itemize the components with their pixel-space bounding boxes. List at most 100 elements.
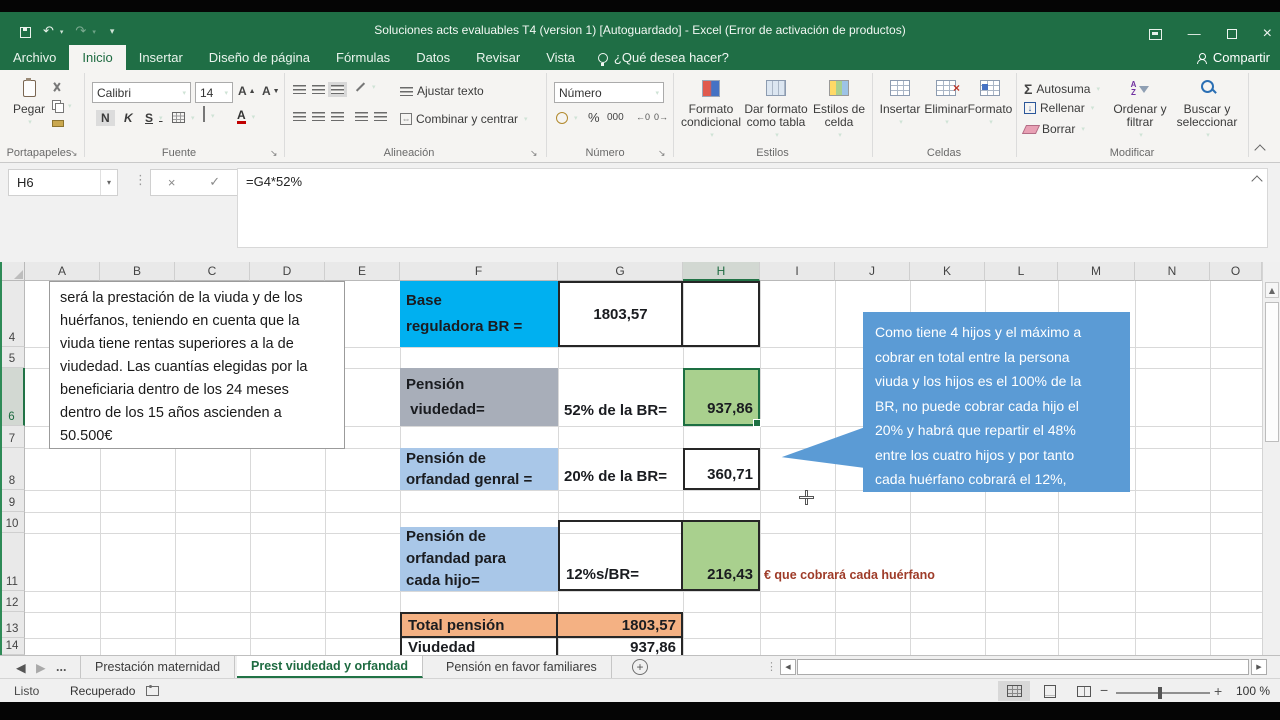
column-header-b[interactable]: B <box>100 262 175 281</box>
cell-f4-base-label[interactable]: Base reguladora BR = <box>400 281 558 347</box>
cell-g4-base-value[interactable]: 1803,57 <box>558 281 683 347</box>
macro-record-icon[interactable] <box>146 686 159 696</box>
recovered-button[interactable]: Recuperado <box>70 684 135 698</box>
insert-cells-button[interactable]: Insertar▾ <box>878 80 922 129</box>
scrollbar-grip[interactable]: ⋮ <box>766 660 777 673</box>
tell-me-box[interactable]: ¿Qué desea hacer? <box>588 45 739 70</box>
cancel-icon[interactable]: × <box>168 175 176 190</box>
sheet-textbox[interactable]: será la prestación de la viuda y de los … <box>49 281 345 449</box>
zoom-slider-track[interactable] <box>1116 692 1210 694</box>
row-header-6[interactable]: 6 <box>0 368 25 426</box>
column-header-f[interactable]: F <box>400 262 558 281</box>
column-header-g[interactable]: G <box>558 262 683 281</box>
increase-decimal-button[interactable]: ←0 <box>636 112 650 122</box>
tab-scroll-right-icon[interactable]: ▶ <box>36 656 46 678</box>
column-header-k[interactable]: K <box>910 262 985 281</box>
sheet-tab-prest-viudedad-y-orfandad[interactable]: Prest viudedad y orfandad <box>237 656 423 678</box>
orientation-button[interactable]: ▾ <box>355 83 376 91</box>
align-left-icon[interactable] <box>293 112 306 121</box>
sheet-tab-pension-en-favor-familiares[interactable]: Pensión en favor familiares <box>432 656 612 678</box>
vertical-scrollbar[interactable]: ▲ <box>1262 262 1280 655</box>
close-icon[interactable]: × <box>1263 26 1272 42</box>
row-header-5[interactable]: 5 <box>0 347 25 368</box>
zoom-slider-thumb[interactable] <box>1158 687 1162 699</box>
cell-g14-viudedad-total-value[interactable]: 937,86 <box>558 638 683 655</box>
tab-ellipsis[interactable]: ... <box>56 656 66 678</box>
cell-g13-total-value[interactable]: 1803,57 <box>558 612 683 638</box>
new-sheet-button[interactable]: + <box>632 659 648 675</box>
cell-h6-viudedad-value-selected[interactable]: 937,86 <box>683 368 760 426</box>
view-page-layout-button[interactable] <box>1034 681 1066 701</box>
find-select-button[interactable]: Buscar y seleccionar▾ <box>1172 80 1242 142</box>
merge-center-button[interactable]: ⇔ Combinar y centrar ▾ <box>400 112 528 126</box>
cell-i11-huerfano-note[interactable]: € que cobrará cada huérfano <box>764 568 935 582</box>
row-header-4[interactable]: 4 <box>0 281 25 347</box>
cell-f8-orfandad-label[interactable]: Pensión de orfandad genral = <box>400 448 558 490</box>
tab-formulas[interactable]: Fórmulas <box>323 45 403 70</box>
font-size-combo[interactable]: 14▾ <box>195 82 233 103</box>
collapse-ribbon-icon[interactable] <box>1254 144 1265 155</box>
scroll-right-icon[interactable]: ▶ <box>1251 659 1267 675</box>
fill-handle[interactable] <box>753 419 761 427</box>
cell-g8-orfandad-formula[interactable]: 20% de la BR= <box>558 448 683 490</box>
dialog-launcher-icon[interactable]: ↘ <box>658 149 666 159</box>
column-header-l[interactable]: L <box>985 262 1058 281</box>
tab-datos[interactable]: Datos <box>403 45 463 70</box>
borders-button[interactable]: ▾ <box>172 112 195 123</box>
select-all-corner[interactable] <box>0 262 25 281</box>
format-cells-button[interactable]: Formato▾ <box>968 80 1012 129</box>
bold-button[interactable]: N <box>96 110 115 126</box>
align-middle-icon[interactable] <box>312 85 325 94</box>
column-header-j[interactable]: J <box>835 262 910 281</box>
format-as-table-button[interactable]: Dar formato como tabla▾ <box>744 80 808 142</box>
dialog-launcher-icon[interactable]: ↘ <box>70 149 78 159</box>
tab-revisar[interactable]: Revisar <box>463 45 533 70</box>
cell-h4-empty[interactable] <box>683 281 760 347</box>
cell-f14-viudedad-total-label[interactable]: Viudedad <box>400 638 558 655</box>
row-header-14[interactable]: 14 <box>0 638 25 655</box>
italic-button[interactable]: K <box>120 110 137 126</box>
number-format-combo[interactable]: Número▾ <box>554 82 664 103</box>
cell-styles-button[interactable]: Estilos de celda▾ <box>810 80 868 142</box>
fill-color-button[interactable]: ▾ <box>203 110 215 121</box>
underline-button[interactable]: S▾ <box>141 110 167 126</box>
view-normal-button[interactable] <box>998 681 1030 701</box>
tab-vista[interactable]: Vista <box>533 45 588 70</box>
font-name-combo[interactable]: Calibri▾ <box>92 82 191 103</box>
align-bottom-icon[interactable] <box>331 85 344 94</box>
formula-input[interactable]: =G4*52% <box>237 168 1268 248</box>
fill-button[interactable]: ↓ Rellenar ▾ <box>1024 101 1094 115</box>
paste-button[interactable]: Pegar ▾ <box>8 80 50 129</box>
row-header-9[interactable]: 9 <box>0 490 25 512</box>
row-header-13[interactable]: 13 <box>0 612 25 638</box>
sheet-tab-prestacion-maternidad[interactable]: Prestación maternidad <box>80 656 235 678</box>
collapse-formula-bar-icon[interactable] <box>1251 175 1262 186</box>
conditional-formatting-button[interactable]: Formato condicional▾ <box>680 80 742 142</box>
increase-font-button[interactable]: A▲ <box>238 84 256 98</box>
row-header-12[interactable]: 12 <box>0 591 25 612</box>
copy-button[interactable]: ▾ <box>52 100 72 111</box>
tab-inicio[interactable]: Inicio <box>69 45 125 70</box>
dialog-launcher-icon[interactable]: ↘ <box>530 149 538 159</box>
cell-g11-hijo-formula[interactable]: 12%s/BR= <box>558 520 683 591</box>
tab-archivo[interactable]: Archivo <box>0 45 69 70</box>
tab-diseno[interactable]: Diseño de página <box>196 45 323 70</box>
clear-button[interactable]: Borrar ▾ <box>1024 122 1085 136</box>
cell-g6-viudedad-formula[interactable]: 52% de la BR= <box>558 368 683 426</box>
column-header-n[interactable]: N <box>1135 262 1210 281</box>
decrease-font-button[interactable]: A▼ <box>262 84 280 98</box>
column-header-d[interactable]: D <box>250 262 325 281</box>
column-header-a[interactable]: A <box>25 262 100 281</box>
maximize-icon[interactable] <box>1227 29 1237 39</box>
zoom-level[interactable]: 100 % <box>1236 684 1270 698</box>
column-header-i[interactable]: I <box>760 262 835 281</box>
enter-icon[interactable]: ✓ <box>209 175 220 190</box>
font-color-button[interactable]: A▾ <box>237 110 255 124</box>
sort-filter-button[interactable]: AZ Ordenar y filtrar▾ <box>1110 80 1170 142</box>
column-header-h[interactable]: H <box>683 262 760 281</box>
tab-insertar[interactable]: Insertar <box>126 45 196 70</box>
percent-style-button[interactable]: % <box>588 110 600 125</box>
share-button[interactable]: Compartir <box>1197 45 1270 70</box>
column-header-c[interactable]: C <box>175 262 250 281</box>
autosum-button[interactable]: Σ Autosuma ▾ <box>1024 81 1100 97</box>
